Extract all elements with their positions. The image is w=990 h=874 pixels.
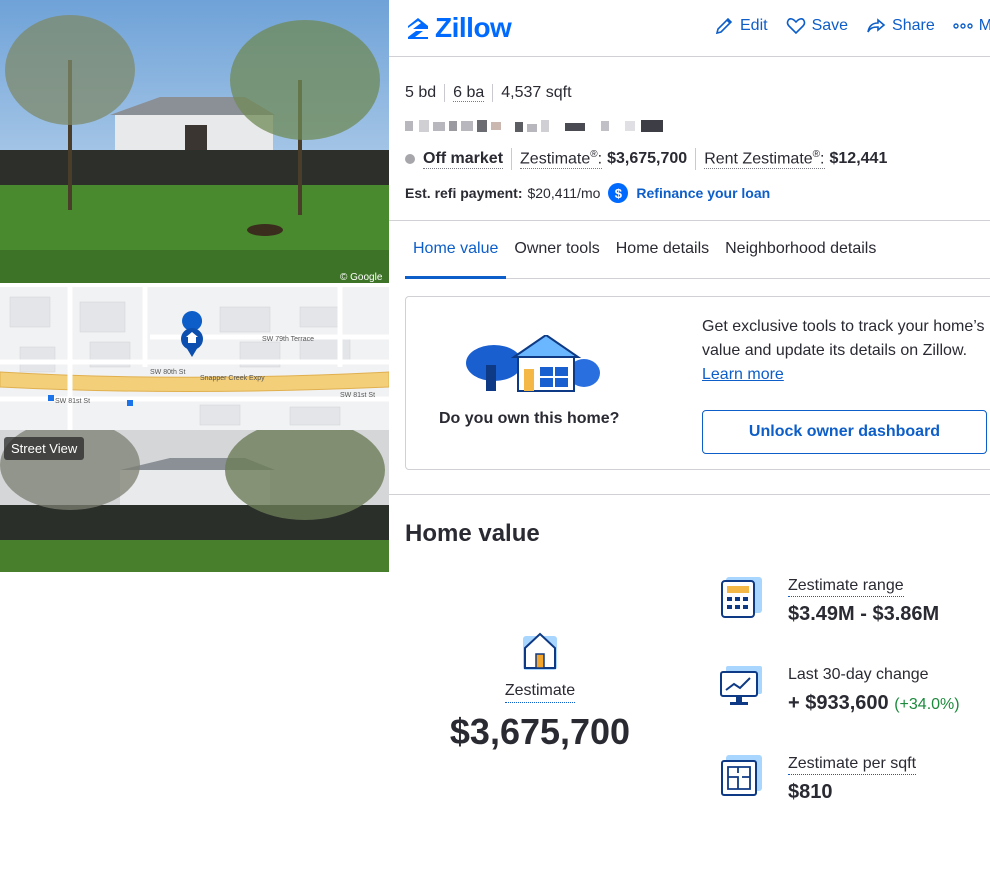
map-thumbnail[interactable]: SW 79th Terrace SW 80th St Snapper Creek… — [0, 287, 389, 430]
beds-count: 5 bd — [405, 84, 437, 101]
refi-value: $20,411/mo — [527, 185, 601, 201]
status-dot-icon — [405, 154, 415, 164]
zestimate-per-sqft-label[interactable]: Zestimate per sqft — [788, 755, 917, 775]
logo-text: Zillow — [435, 12, 512, 43]
home-value-title: Home value — [405, 520, 540, 547]
more-icon — [953, 23, 973, 29]
divider — [695, 148, 697, 170]
more-label: More — [978, 17, 990, 34]
home-photo[interactable]: © Google — [0, 0, 389, 283]
zestimate-range-label[interactable]: Zestimate range — [788, 577, 904, 597]
monitor-chart-icon — [720, 666, 762, 708]
home-facts: 5 bd 6 ba 4,537 sqft — [405, 84, 580, 102]
owner-description: Get exclusive tools to track your home’s… — [702, 315, 990, 387]
zestimate-main: Zestimate $3,675,700 — [440, 630, 640, 753]
house-icon — [521, 630, 559, 672]
share-button[interactable]: Share — [866, 16, 935, 36]
owner-text: Get exclusive tools to track your home’s… — [702, 318, 985, 359]
rent-zestimate-value: $12,441 — [829, 150, 888, 167]
top-header: Zillow Edit Save Share More — [389, 0, 990, 57]
owner-house-illustration-icon — [464, 333, 604, 393]
share-label: Share — [892, 17, 935, 34]
zestimate-reg: ® — [590, 148, 598, 160]
save-label: Save — [811, 17, 849, 34]
address-redacted — [405, 118, 667, 134]
thirty-day-change-percent: (+34.0%) — [894, 696, 960, 713]
tab-home-details[interactable]: Home details — [608, 221, 717, 279]
learn-more-link[interactable]: Learn more — [702, 366, 784, 383]
owner-card: Do you own this home? Get exclusive tool… — [405, 296, 990, 470]
divider — [511, 148, 513, 170]
header-actions: Edit Save Share More — [714, 16, 990, 36]
refinance-link[interactable]: Refinance your loan — [636, 185, 770, 201]
refi-label: Est. refi payment: — [405, 185, 523, 201]
owner-question: Do you own this home? — [439, 410, 620, 427]
unlock-owner-dashboard-button[interactable]: Unlock owner dashboard — [702, 410, 987, 454]
zillow-logo-icon — [408, 18, 428, 39]
rent-reg: ® — [812, 148, 821, 160]
tab-neighborhood-details[interactable]: Neighborhood details — [717, 221, 884, 279]
share-icon — [867, 18, 886, 33]
refi-row: Est. refi payment: $20,411/mo $ Refinanc… — [405, 183, 770, 203]
zestimate-colon: : — [597, 150, 603, 168]
thirty-day-change-label: Last 30-day change — [788, 666, 929, 683]
sqft-count: 4,537 sqft — [492, 84, 579, 102]
baths-label: 6 ba — [453, 84, 485, 102]
edit-label: Edit — [740, 17, 768, 34]
heart-icon — [786, 18, 805, 35]
baths-count[interactable]: 6 ba — [444, 84, 492, 102]
street-view-label[interactable]: Street View — [4, 437, 85, 460]
svg-text:SW 81st St: SW 81st St — [55, 398, 90, 405]
more-button[interactable]: More — [953, 16, 990, 36]
svg-text:SW 81st St: SW 81st St — [340, 392, 375, 399]
zestimate-main-label[interactable]: Zestimate — [504, 682, 576, 703]
zestimate-info[interactable]: Zestimate®: — [520, 148, 603, 170]
rent-zestimate-label: Rent Zestimate — [704, 150, 813, 168]
zestimate-label: Zestimate — [520, 150, 591, 168]
status-row: Off market Zestimate®: $3,675,700 Rent Z… — [405, 148, 887, 170]
thirty-day-change-value: + $933,600 — [788, 692, 889, 714]
rent-colon: : — [820, 150, 825, 168]
media-column: © Google SW 79th Terrace SW 80th St Snap… — [0, 0, 389, 572]
zillow-logo[interactable]: Zillow — [405, 12, 512, 44]
rent-zestimate-info[interactable]: Rent Zestimate®: — [704, 148, 825, 170]
calculator-icon — [720, 577, 762, 619]
tab-owner-tools[interactable]: Owner tools — [506, 221, 607, 279]
edit-button[interactable]: Edit — [714, 16, 768, 36]
svg-text:© Google: © Google — [340, 272, 383, 283]
save-button[interactable]: Save — [786, 16, 848, 36]
dollar-icon: $ — [608, 183, 629, 203]
tab-bar: Home value Owner tools Home details Neig… — [405, 221, 990, 279]
tab-home-value[interactable]: Home value — [405, 221, 507, 279]
svg-text:SW 79th Terrace: SW 79th Terrace — [262, 336, 314, 343]
zestimate-per-sqft-value: $810 — [788, 781, 833, 803]
divider — [389, 494, 990, 495]
svg-text:Snapper Creek Expy: Snapper Creek Expy — [200, 375, 265, 382]
pencil-icon — [715, 17, 733, 35]
floorplan-icon — [720, 755, 762, 797]
zestimate-value: $3,675,700 — [607, 150, 688, 167]
zestimate-range-value: $3.49M - $3.86M — [788, 603, 940, 625]
svg-text:SW 80th St: SW 80th St — [150, 369, 185, 376]
off-market-status[interactable]: Off market — [423, 150, 504, 169]
zestimate-main-value: $3,675,700 — [449, 711, 631, 752]
